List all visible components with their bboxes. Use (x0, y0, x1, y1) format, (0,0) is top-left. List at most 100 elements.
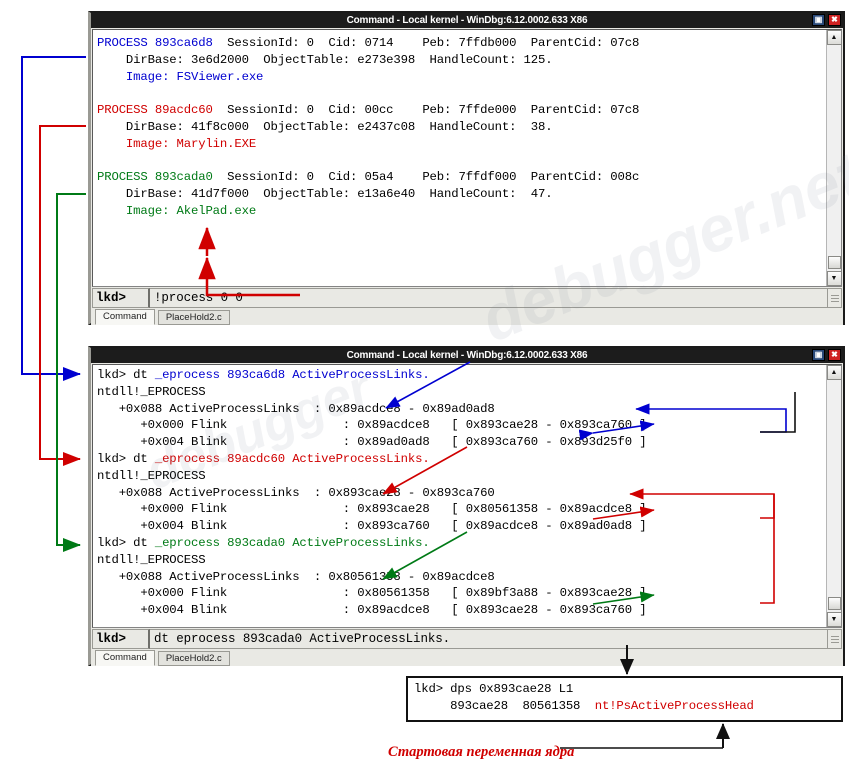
scroll-down-icon[interactable]: ▼ (827, 612, 842, 627)
console-text: SessionId: 0 Cid: 00cc Peb: 7ffde000 Par… (213, 103, 640, 117)
console-text: +0x000 Flink : 0x893cae28 [ 0x80561358 -… (97, 502, 646, 516)
console-text: Image: FSViewer.exe (97, 70, 263, 84)
window1-titlebar[interactable]: Command - Local kernel - WinDbg:6.12.000… (91, 13, 843, 28)
window1-scroll-thumb[interactable] (828, 256, 841, 269)
window1-scroll-track[interactable] (828, 45, 841, 271)
console-line: PROCESS 893cada0 SessionId: 0 Cid: 05a4 … (93, 169, 826, 186)
console-line: +0x088 ActiveProcessLinks : 0x893cae28 -… (93, 485, 826, 502)
console-text: DirBase: 41d7f000 ObjectTable: e13a6e40 … (97, 187, 552, 201)
window2-console-output[interactable]: lkd> dt _eprocess 893ca6d8 ActiveProcess… (93, 365, 826, 627)
console-line: +0x000 Flink : 0x80561358 [ 0x89bf3a88 -… (93, 585, 826, 602)
console-line: ntdll!_EPROCESS (93, 552, 826, 569)
tab-command[interactable]: Command (95, 650, 155, 666)
window1-tabbar[interactable]: CommandPlaceHold2.c (91, 308, 843, 325)
console-text: +0x000 Flink : 0x80561358 [ 0x89bf3a88 -… (97, 586, 646, 600)
windbg-window-1[interactable]: Command - Local kernel - WinDbg:6.12.000… (88, 11, 845, 325)
console-text: Image: AkelPad.exe (97, 204, 256, 218)
console-text: ntdll!_EPROCESS (97, 553, 205, 567)
console-line: PROCESS 89acdc60 SessionId: 0 Cid: 00cc … (93, 102, 826, 119)
console-text: SessionId: 0 Cid: 05a4 Peb: 7ffdf000 Par… (213, 170, 640, 184)
window1-vertical-scrollbar[interactable]: ▲ ▼ (826, 30, 841, 286)
callout-line: lkd> dps 0x893cae28 L1 (414, 681, 835, 698)
window1-title: Command - Local kernel - WinDbg:6.12.000… (347, 15, 588, 26)
window2-tabbar[interactable]: CommandPlaceHold2.c (91, 649, 843, 666)
console-line: ntdll!_EPROCESS (93, 468, 826, 485)
console-text: PROCESS 893ca6d8 (97, 36, 213, 50)
console-line: DirBase: 41d7f000 ObjectTable: e13a6e40 … (93, 186, 826, 203)
window2-vertical-scrollbar[interactable]: ▲ ▼ (826, 365, 841, 627)
console-text: lkd> dt (97, 452, 155, 466)
console-line: +0x004 Blink : 0x89acdce8 [ 0x893cae28 -… (93, 602, 826, 619)
scroll-up-icon[interactable]: ▲ (827, 30, 842, 45)
callout-text: lkd> dps 0x893cae28 L1 (414, 682, 573, 696)
console-text: _eprocess 893ca6d8 ActiveProcessLinks. (155, 368, 430, 382)
kernel-start-variable-caption: Стартовая переменная ядра (388, 744, 574, 761)
window1-prompt-row[interactable]: lkd> !process 0 0 (92, 288, 842, 308)
console-text: lkd> dt (97, 368, 155, 382)
callout-line: 893cae28 80561358 nt!PsActiveProcessHead (414, 698, 835, 715)
console-text: SessionId: 0 Cid: 0714 Peb: 7ffdb000 Par… (213, 36, 640, 50)
window2-titlebar[interactable]: Command - Local kernel - WinDbg:6.12.000… (91, 348, 843, 363)
window2-prompt-tag: lkd> (92, 629, 150, 649)
close-icon[interactable]: ✖ (828, 14, 841, 26)
callout-text: nt!PsActiveProcessHead (595, 699, 754, 713)
callout-caption-arrow (560, 724, 723, 748)
window2-scroll-track[interactable] (828, 380, 841, 612)
console-line: ntdll!_EPROCESS (93, 384, 826, 401)
console-text: ntdll!_EPROCESS (97, 385, 205, 399)
console-line: +0x000 Flink : 0x893cae28 [ 0x80561358 -… (93, 501, 826, 518)
window1-prompt-tag: lkd> (92, 288, 150, 308)
close-icon[interactable]: ✖ (828, 349, 841, 361)
console-text: +0x000 Flink : 0x89acdce8 [ 0x893cae28 -… (97, 418, 646, 432)
console-line: +0x004 Blink : 0x893ca760 [ 0x89acdce8 -… (93, 518, 826, 535)
red-process-link-annotation (40, 126, 86, 459)
console-text: PROCESS 89acdc60 (97, 103, 213, 117)
dps-callout-box: lkd> dps 0x893cae28 L1 893cae28 80561358… (406, 676, 843, 722)
console-text: DirBase: 41f8c000 ObjectTable: e2437c08 … (97, 120, 552, 134)
window2-client: lkd> dt _eprocess 893ca6d8 ActiveProcess… (92, 364, 842, 628)
console-line: lkd> dt _eprocess 893cada0 ActiveProcess… (93, 535, 826, 552)
console-text: ntdll!_EPROCESS (97, 469, 205, 483)
console-text: +0x004 Blink : 0x893ca760 [ 0x89acdce8 -… (97, 519, 646, 533)
console-text: lkd> dt (97, 536, 155, 550)
console-line: lkd> dt _eprocess 89acdc60 ActiveProcess… (93, 451, 826, 468)
tab-command[interactable]: Command (95, 309, 155, 325)
window2-resize-grip[interactable] (828, 629, 842, 649)
console-line: +0x088 ActiveProcessLinks : 0x89acdce8 -… (93, 401, 826, 418)
console-text: PROCESS 893cada0 (97, 170, 213, 184)
console-line: +0x004 Blink : 0x89ad0ad8 [ 0x893ca760 -… (93, 434, 826, 451)
console-text: +0x088 ActiveProcessLinks : 0x89acdce8 -… (97, 402, 495, 416)
console-text: +0x004 Blink : 0x89ad0ad8 [ 0x893ca760 -… (97, 435, 646, 449)
scroll-up-icon[interactable]: ▲ (827, 365, 842, 380)
tab-placehold2-c[interactable]: PlaceHold2.c (158, 310, 230, 325)
restore-icon[interactable]: ▣ (812, 14, 825, 26)
scroll-down-icon[interactable]: ▼ (827, 271, 842, 286)
blue-process-link-annotation (22, 57, 86, 374)
console-line: DirBase: 41f8c000 ObjectTable: e2437c08 … (93, 119, 826, 136)
console-text: +0x004 Blink : 0x89acdce8 [ 0x893cae28 -… (97, 603, 646, 617)
console-text: _eprocess 893cada0 ActiveProcessLinks. (155, 536, 430, 550)
console-line: PROCESS 893ca6d8 SessionId: 0 Cid: 0714 … (93, 35, 826, 52)
green-process-link-annotation (57, 194, 86, 545)
callout-text: 893cae28 80561358 (414, 699, 595, 713)
window1-console-output[interactable]: PROCESS 893ca6d8 SessionId: 0 Cid: 0714 … (93, 30, 826, 286)
console-line: +0x000 Flink : 0x89acdce8 [ 0x893cae28 -… (93, 417, 826, 434)
windbg-window-2[interactable]: Command - Local kernel - WinDbg:6.12.000… (88, 346, 845, 666)
window2-command-input[interactable]: dt eprocess 893cada0 ActiveProcessLinks. (150, 629, 828, 649)
console-line: lkd> dt _eprocess 893ca6d8 ActiveProcess… (93, 367, 826, 384)
console-line: DirBase: 3e6d2000 ObjectTable: e273e398 … (93, 52, 826, 69)
restore-icon[interactable]: ▣ (812, 349, 825, 361)
window2-prompt-row[interactable]: lkd> dt eprocess 893cada0 ActiveProcessL… (92, 629, 842, 649)
window2-window-buttons[interactable]: ▣ ✖ (812, 349, 841, 361)
console-line: Image: AkelPad.exe (93, 203, 826, 220)
window2-scroll-thumb[interactable] (828, 597, 841, 610)
console-text: Image: Marylin.EXE (97, 137, 256, 151)
window1-command-input[interactable]: !process 0 0 (150, 288, 828, 308)
console-text: +0x088 ActiveProcessLinks : 0x80561358 -… (97, 570, 495, 584)
console-line: Image: Marylin.EXE (93, 136, 826, 153)
window1-window-buttons[interactable]: ▣ ✖ (812, 14, 841, 26)
console-line (93, 85, 826, 102)
window1-resize-grip[interactable] (828, 288, 842, 308)
tab-placehold2-c[interactable]: PlaceHold2.c (158, 651, 230, 666)
console-line: +0x088 ActiveProcessLinks : 0x80561358 -… (93, 569, 826, 586)
